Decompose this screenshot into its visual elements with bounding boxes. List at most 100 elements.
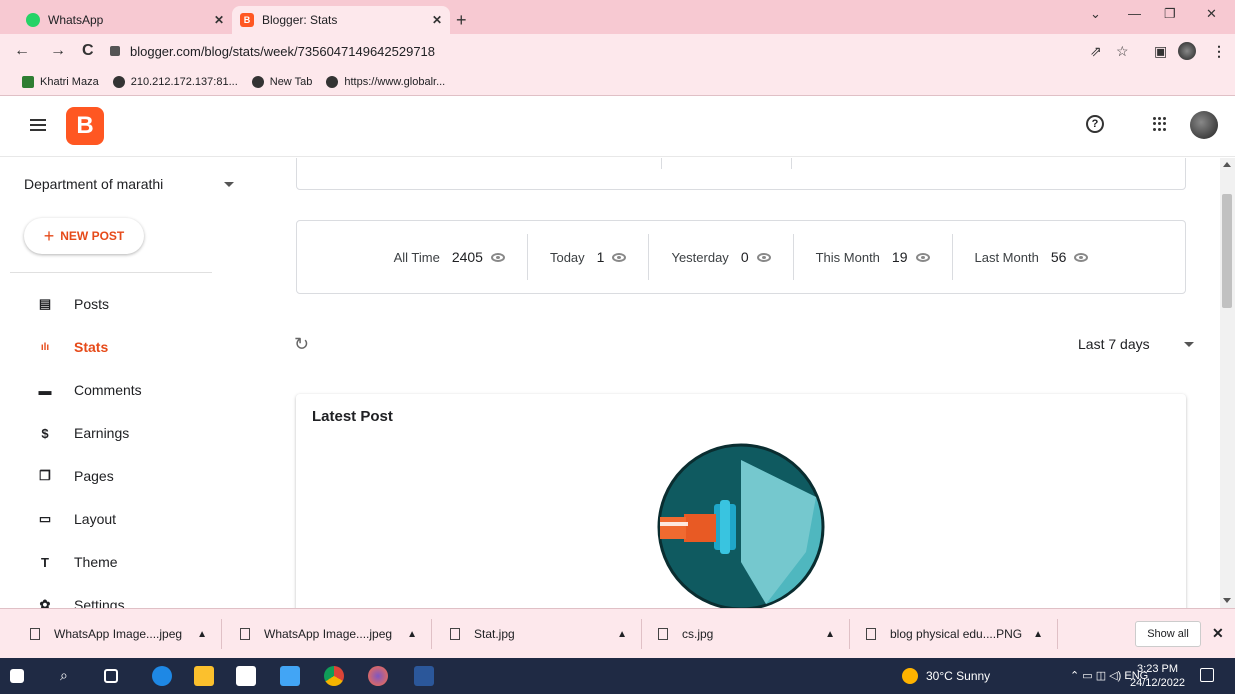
blogger-header: B ?	[0, 97, 1235, 157]
download-item[interactable]: blog physical edu....PNG ▲	[836, 619, 1058, 649]
url-input[interactable]: blogger.com/blog/stats/week/735604714964…	[110, 39, 1140, 63]
blogger-icon: B	[240, 13, 254, 27]
weather-text: 30°C Sunny	[926, 669, 991, 683]
download-item[interactable]: cs.jpg ▲	[628, 619, 850, 649]
main-content: All Time 2405 Today 1 Yesterday 0 This M…	[262, 158, 1220, 608]
eye-icon	[1074, 252, 1089, 262]
close-window-button[interactable]: ✕	[1206, 6, 1217, 22]
bookmark-label: 210.212.172.137:81...	[130, 75, 238, 88]
new-post-button[interactable]: + NEW POST	[24, 218, 144, 254]
bookmark-item[interactable]: 210.212.172.137:81...	[112, 75, 238, 88]
sidebar-item-stats[interactable]: ılı Stats	[0, 329, 262, 365]
settings-icon: ✿	[39, 597, 51, 608]
tab-blogger-stats[interactable]: B Blogger: Stats ✕	[232, 6, 450, 34]
show-all-button[interactable]: Show all	[1135, 621, 1201, 647]
close-icon[interactable]: ✕	[432, 13, 442, 27]
logo-letter: B	[76, 112, 94, 139]
refresh-icon[interactable]: ↻	[294, 334, 309, 355]
bookmark-star-icon[interactable]: ☆	[1116, 43, 1129, 60]
back-button[interactable]: ←	[14, 42, 30, 60]
menu-icon[interactable]: ⋮	[1212, 43, 1226, 60]
globe-icon	[326, 75, 339, 88]
hamburger-menu-icon[interactable]	[30, 119, 46, 131]
chevron-up-icon[interactable]: ▲	[407, 629, 417, 640]
download-item[interactable]: WhatsApp Image....jpeg ▲	[0, 619, 222, 649]
stat-label: Yesterday	[671, 249, 729, 265]
account-avatar[interactable]	[1190, 111, 1218, 139]
chevron-up-icon[interactable]: ▲	[197, 629, 207, 640]
sidebar-item-comments[interactable]: ▬ Comments	[0, 372, 262, 408]
stat-label: This Month	[815, 249, 880, 265]
sun-icon	[902, 668, 918, 684]
chevron-up-icon[interactable]: ▲	[1033, 629, 1043, 640]
bookmark-label: Khatri Maza	[40, 75, 99, 88]
chevron-down-icon[interactable]	[224, 182, 234, 187]
scroll-down-icon[interactable]	[1223, 598, 1231, 603]
store-icon[interactable]	[236, 666, 256, 686]
clock-time: 3:23 PM	[1137, 663, 1179, 675]
eye-icon	[915, 252, 930, 262]
sidebar-item-settings[interactable]: ✿ Settings	[0, 587, 262, 608]
download-item[interactable]: Stat.jpg ▲	[420, 619, 642, 649]
date-range-select[interactable]: Last 7 days	[1078, 336, 1150, 352]
sidebar-item-pages[interactable]: ❐ Pages	[0, 458, 262, 494]
sidebar-item-earnings[interactable]: $ Earnings	[0, 415, 262, 451]
bookmark-item[interactable]: New Tab	[251, 75, 312, 88]
sidebar-item-layout[interactable]: ▭ Layout	[0, 501, 262, 537]
tab-whatsapp[interactable]: WhatsApp ✕	[18, 6, 232, 34]
reload-button[interactable]: C	[82, 42, 94, 60]
latest-post-title: Latest Post	[312, 408, 393, 425]
sidebar-item-label: Earnings	[74, 425, 130, 441]
chevron-up-icon[interactable]: ▲	[825, 629, 835, 640]
weather-widget[interactable]: 30°C Sunny	[902, 668, 990, 684]
bookmark-item[interactable]: Khatri Maza	[22, 75, 99, 88]
sidebar-item-label: Settings	[74, 597, 125, 608]
stat-this-month: This Month 19	[792, 234, 952, 280]
blog-selector[interactable]: Department of marathi	[24, 176, 163, 192]
minimize-button[interactable]: —	[1128, 6, 1141, 21]
new-tab-button[interactable]: +	[456, 10, 467, 31]
share-icon[interactable]: ⇗	[1090, 43, 1102, 60]
tab-label: Blogger: Stats	[262, 13, 338, 27]
forward-button[interactable]: →	[50, 42, 66, 60]
notification-icon[interactable]	[1200, 668, 1214, 682]
scroll-thumb[interactable]	[1222, 194, 1232, 308]
download-item[interactable]: WhatsApp Image....jpeg ▲	[210, 619, 432, 649]
chevron-down-icon[interactable]	[1184, 342, 1194, 347]
stat-value: 2405	[451, 249, 483, 265]
help-icon[interactable]: ?	[1086, 115, 1104, 133]
sidebar-item-label: Layout	[74, 511, 117, 527]
close-icon[interactable]: ✕	[214, 13, 224, 27]
chevron-up-icon[interactable]: ▲	[617, 629, 627, 640]
close-icon[interactable]: ✕	[1212, 625, 1224, 642]
scroll-up-icon[interactable]	[1223, 162, 1231, 167]
layout-icon: ▭	[38, 511, 52, 526]
page-scrollbar[interactable]	[1220, 158, 1235, 608]
bookmark-label: https://www.globalr...	[344, 75, 446, 88]
windows-start-icon[interactable]	[10, 669, 24, 683]
task-view-icon[interactable]	[104, 669, 118, 683]
blogger-logo[interactable]: B	[66, 107, 104, 145]
sidebar-item-theme[interactable]: T Theme	[0, 544, 262, 580]
address-bar: ← → C blogger.com/blog/stats/week/735604…	[0, 34, 1235, 68]
downloads-bar: WhatsApp Image....jpeg ▲ WhatsApp Image.…	[0, 608, 1235, 658]
chrome-icon[interactable]	[324, 666, 344, 686]
profile-avatar[interactable]	[1178, 42, 1196, 60]
tab-search-icon[interactable]: ⌄	[1090, 6, 1101, 22]
edge-icon[interactable]	[152, 666, 172, 686]
apps-grid-icon[interactable]	[1153, 117, 1167, 131]
file-explorer-icon[interactable]	[194, 666, 214, 686]
restore-button[interactable]: ❐	[1164, 6, 1176, 22]
search-icon[interactable]: ⌕	[60, 667, 80, 687]
divider	[661, 158, 662, 169]
clock[interactable]: 3:23 PM 24/12/2022	[1130, 662, 1185, 690]
browser-tab-bar: WhatsApp ✕ B Blogger: Stats ✕ + ⌄ — ❐ ✕	[0, 0, 1235, 34]
stats-icon: ılı	[40, 341, 50, 353]
side-panel-icon[interactable]: ▣	[1154, 43, 1167, 60]
firefox-icon[interactable]	[368, 666, 388, 686]
word-icon[interactable]	[414, 666, 434, 686]
overview-card	[296, 158, 1186, 190]
mail-icon[interactable]	[280, 666, 300, 686]
sidebar-item-posts[interactable]: ▤ Posts	[0, 286, 262, 322]
bookmark-item[interactable]: https://www.globalr...	[326, 75, 446, 88]
